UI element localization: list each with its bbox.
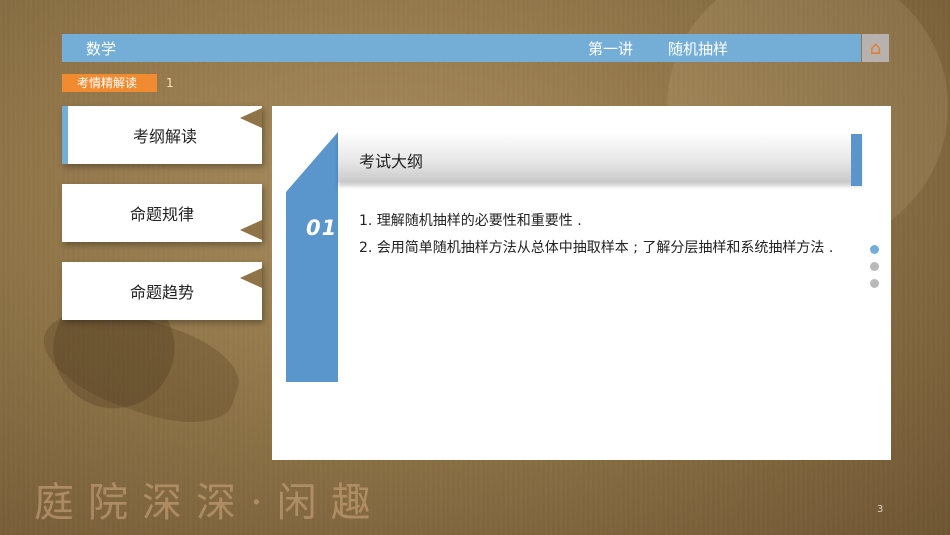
section-header: 考试大纲 [338,132,861,182]
sidebar-item-label: 命题趋势 [129,283,194,302]
section-title: 考试大纲 [359,152,424,171]
sidebar-item-patterns[interactable]: 命题规律 [62,184,262,242]
home-icon: ⌂ [869,37,882,59]
pager-dot[interactable] [870,279,879,288]
content-panel: 01 考试大纲 1. 理解随机抽样的必要性和重要性 . 2. 会用简单随机抽样方… [272,106,891,460]
calligraphy-seal: 庭院深深·闲趣 [34,480,385,526]
pager-dot[interactable] [870,245,879,254]
content-line: 1. 理解随机抽样的必要性和重要性 . [359,213,582,229]
card-notch [240,220,262,240]
header-bar: 数学 第一讲 随机抽样 [62,34,861,62]
sidebar-item-label: 考纲解读 [132,127,197,146]
slide-pager [870,245,879,296]
pager-dot[interactable] [870,262,879,271]
card-notch [240,108,262,128]
section-tag: 考情精解读 [62,74,157,92]
header-lecture: 第一讲 [588,40,634,58]
sidebar-item-label: 命题规律 [129,205,194,224]
content-body: 1. 理解随机抽样的必要性和重要性 . 2. 会用简单随机抽样方法从总体中抽取样… [359,208,837,262]
home-button[interactable]: ⌂ [862,34,889,62]
header-topic: 随机抽样 [668,40,729,58]
section-tag-number: 1 [166,76,174,90]
section-header-accent [851,134,862,186]
section-ribbon: 01 [286,132,338,382]
page-number: 3 [877,504,884,515]
content-line: 2. 会用简单随机抽样方法从总体中抽取样本 ; 了解分层抽样和系统抽样方法 . [359,240,834,256]
header-subject: 数学 [86,40,117,58]
section-number: 01 [306,216,338,240]
sidebar-item-trends[interactable]: 命题趋势 [62,262,262,320]
card-notch [240,268,262,288]
sidebar-item-outline[interactable]: 考纲解读 [62,106,262,164]
